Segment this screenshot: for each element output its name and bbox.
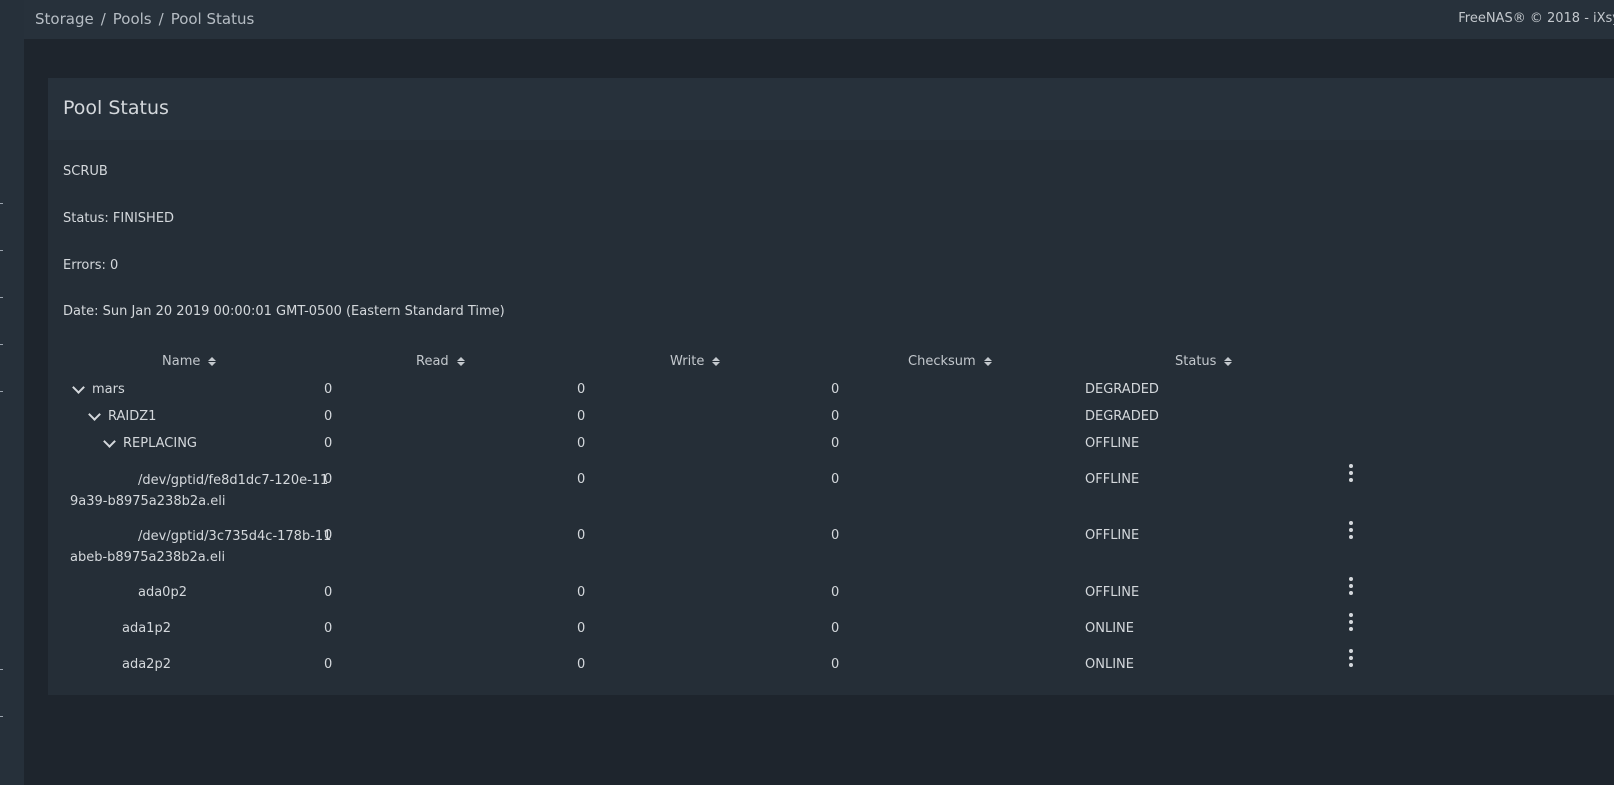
device-path-line: /dev/gptid/fe8d1dc7-120e-11 [138,473,329,488]
scrub-heading: SCRUB [63,164,108,179]
tree-row-device[interactable]: /dev/gptid/fe8d1dc7-120e-11 9a39-b8975a2… [70,470,328,512]
status-cell: ONLINE [1085,657,1134,672]
sidebar-tick[interactable] [0,344,3,345]
tree-row-device[interactable]: ada2p2 [122,657,171,672]
breadcrumb-separator: / [158,10,164,28]
checksum-cell: 0 [831,585,840,600]
write-cell: 0 [577,585,586,600]
tree-row-replacing[interactable]: REPLACING [103,435,197,451]
breadcrumb-separator: / [100,10,106,28]
chevron-down-icon[interactable] [88,408,101,421]
tree-row-mars[interactable]: mars [72,381,125,397]
write-cell: 0 [577,436,586,451]
page-title: Pool Status [63,97,169,119]
checksum-cell: 0 [831,472,840,487]
sort-icon [1224,357,1233,366]
sidebar-tick[interactable] [0,669,3,670]
column-header-checksum[interactable]: Checksum [908,354,992,369]
checksum-cell: 0 [831,436,840,451]
checksum-cell: 0 [831,382,840,397]
device-path-line: 9a39-b8975a238b2a.eli [70,494,226,509]
scrub-date: Date: Sun Jan 20 2019 00:00:01 GMT-0500 … [63,304,505,319]
sidebar-tick[interactable] [0,203,3,204]
write-cell: 0 [577,528,586,543]
chevron-down-icon[interactable] [103,435,116,448]
breadcrumb-storage[interactable]: Storage [35,10,94,28]
read-cell: 0 [324,472,333,487]
read-cell: 0 [324,409,333,424]
column-header-status[interactable]: Status [1175,354,1233,369]
top-bar: Storage / Pools / Pool Status FreeNAS® © 201… [24,0,1614,39]
more-options-icon[interactable] [1346,613,1356,631]
read-cell: 0 [324,621,333,636]
tree-row-device[interactable]: ada0p2 [138,585,187,600]
breadcrumb-pools[interactable]: Pools [113,10,152,28]
sidebar-tick[interactable] [0,297,3,298]
more-options-icon[interactable] [1346,521,1356,539]
status-cell: OFFLINE [1085,528,1140,543]
chevron-down-icon[interactable] [72,381,85,394]
read-cell: 0 [324,382,333,397]
column-header-write[interactable]: Write [670,354,721,369]
tree-row-raidz1[interactable]: RAIDZ1 [88,408,156,424]
card-header: Pool Status [48,78,1614,140]
device-path-line: abeb-b8975a238b2a.eli [70,550,226,565]
checksum-cell: 0 [831,409,840,424]
status-cell: OFFLINE [1085,436,1140,451]
status-cell: OFFLINE [1085,472,1140,487]
sort-icon [712,357,721,366]
write-cell: 0 [577,409,586,424]
sort-icon [208,357,217,366]
more-options-icon[interactable] [1346,577,1356,595]
column-header-read[interactable]: Read [416,354,465,369]
tree-row-device[interactable]: ada1p2 [122,621,171,636]
column-header-name[interactable]: Name [162,354,217,369]
breadcrumb-pool-status: Pool Status [170,10,255,28]
sidebar-tick[interactable] [0,391,3,392]
checksum-cell: 0 [831,528,840,543]
read-cell: 0 [324,528,333,543]
copyright-text: FreeNAS® © 2018 - iXsy [1458,11,1614,26]
scrub-status: Status: FINISHED [63,211,175,226]
status-cell: ONLINE [1085,621,1134,636]
more-options-icon[interactable] [1346,464,1356,482]
write-cell: 0 [577,472,586,487]
checksum-cell: 0 [831,657,840,672]
scrub-errors: Errors: 0 [63,258,119,273]
sort-icon [456,357,465,366]
read-cell: 0 [324,657,333,672]
checksum-cell: 0 [831,621,840,636]
more-options-icon[interactable] [1346,649,1356,667]
pool-status-card: Pool Status SCRUB Status: FINISHED Error… [48,78,1614,695]
read-cell: 0 [324,585,333,600]
sort-icon [983,357,992,366]
status-cell: DEGRADED [1085,382,1159,397]
read-cell: 0 [324,436,333,451]
write-cell: 0 [577,382,586,397]
status-cell: DEGRADED [1085,409,1159,424]
status-cell: OFFLINE [1085,585,1140,600]
sidebar-tick[interactable] [0,250,3,251]
sidebar-tick[interactable] [0,716,3,717]
write-cell: 0 [577,657,586,672]
sidebar [0,0,24,785]
tree-row-device[interactable]: /dev/gptid/3c735d4c-178b-11 abeb-b8975a2… [70,526,331,568]
breadcrumb: Storage / Pools / Pool Status [35,0,254,39]
write-cell: 0 [577,621,586,636]
device-path-line: /dev/gptid/3c735d4c-178b-11 [138,529,332,544]
